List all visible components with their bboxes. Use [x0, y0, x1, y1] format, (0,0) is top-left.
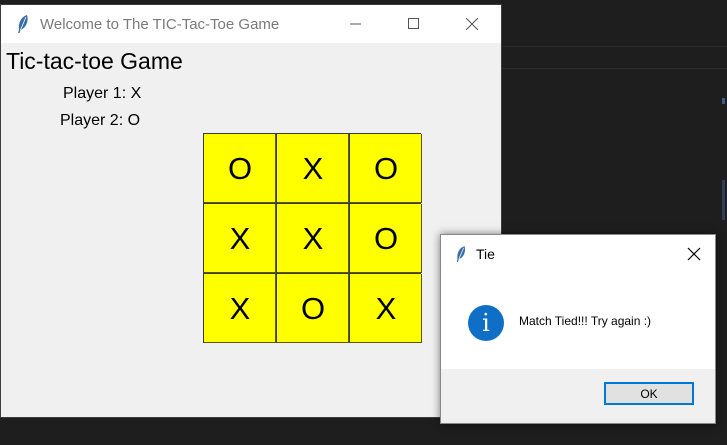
background-editor-line	[502, 68, 727, 69]
dialog-footer: OK	[441, 369, 715, 423]
dialog-message: Match Tied!!! Try again :)	[519, 314, 652, 328]
board-cell[interactable]: O	[277, 274, 349, 343]
player1-label: Player 1: X	[63, 85, 142, 102]
maximize-button[interactable]	[385, 5, 443, 43]
board-cell[interactable]: O	[350, 134, 422, 203]
maximize-icon	[408, 18, 419, 29]
background-scroll-marker	[722, 98, 725, 104]
board-cell[interactable]: O	[204, 134, 276, 203]
background-editor-line	[502, 46, 727, 47]
info-icon: i	[468, 305, 504, 341]
close-button[interactable]	[443, 5, 501, 43]
board-cell[interactable]: X	[277, 204, 349, 273]
main-client-area: Tic-tac-toe Game Player 1: X Player 2: O…	[1, 43, 501, 417]
close-icon[interactable]	[685, 245, 703, 263]
board-cell[interactable]: O	[350, 204, 422, 273]
board-cell[interactable]: X	[204, 274, 276, 343]
feather-icon	[18, 15, 28, 33]
minimize-button[interactable]	[327, 5, 385, 43]
background-scroll-marker	[722, 180, 725, 220]
dialog-titlebar: Tie	[441, 235, 715, 273]
minimize-icon	[350, 23, 361, 25]
dialog-title: Tie	[476, 246, 495, 262]
ok-button[interactable]: OK	[604, 382, 694, 405]
close-icon	[466, 18, 478, 30]
game-title: Tic-tac-toe Game	[6, 48, 183, 74]
board-cell[interactable]: X	[350, 274, 422, 343]
player2-label: Player 2: O	[60, 112, 141, 129]
tie-dialog: Tie i Match Tied!!! Try again :) OK	[440, 234, 716, 424]
dialog-body: i Match Tied!!! Try again :)	[441, 273, 715, 369]
board-cell[interactable]: X	[277, 134, 349, 203]
main-titlebar: Welcome to The TIC-Tac-Toe Game	[1, 5, 501, 43]
window-title: Welcome to The TIC-Tac-Toe Game	[40, 15, 280, 33]
game-board: O X O X X O X O X	[203, 133, 422, 343]
board-cell[interactable]: X	[204, 204, 276, 273]
feather-icon	[456, 246, 466, 262]
main-window: Welcome to The TIC-Tac-Toe Game Tic-tac-…	[0, 4, 502, 418]
